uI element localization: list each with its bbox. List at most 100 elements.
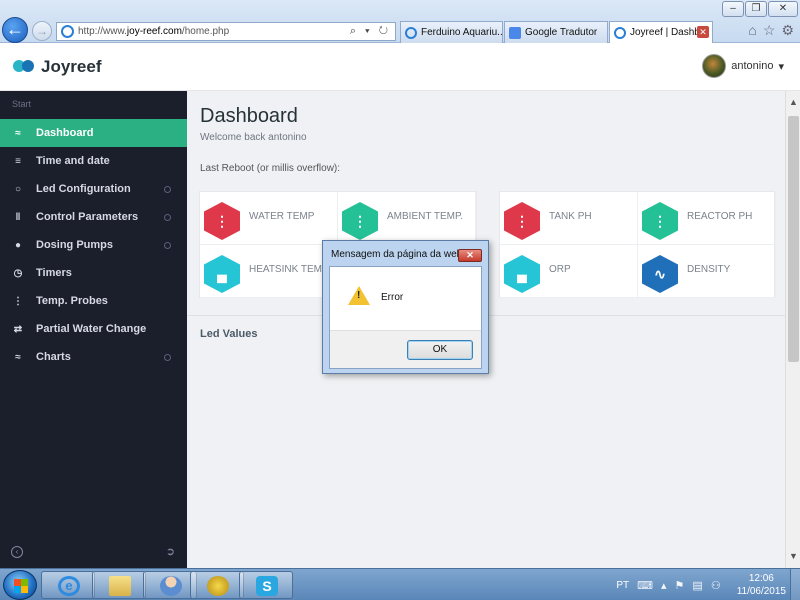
logout-icon[interactable]: ➲ bbox=[166, 545, 175, 558]
home-icon[interactable]: ⌂ bbox=[748, 22, 756, 39]
volume-icon[interactable]: ⚇ bbox=[711, 579, 721, 592]
sliders-icon: ‖ bbox=[15, 211, 21, 223]
person-icon bbox=[160, 576, 182, 596]
layers-icon: ≡ bbox=[15, 155, 21, 167]
tile-orp[interactable]: ▄ ORP bbox=[500, 245, 638, 298]
thermometer-icon: ⋮ bbox=[342, 202, 378, 240]
start-button[interactable] bbox=[3, 570, 37, 600]
flag-icon[interactable]: ⚑ bbox=[675, 579, 685, 592]
clock-time: 12:06 bbox=[748, 573, 774, 584]
taskbar: e S PT ⌨ ▴ ⚑ ▤ ⚇ 12:06 11/06/2015 bbox=[0, 568, 800, 600]
scroll-up-icon[interactable]: ▲ bbox=[788, 97, 799, 108]
app-header: Joyreef antonino ▾ bbox=[0, 43, 800, 91]
url-text: http://www.joy-reef.com/home.php bbox=[78, 26, 230, 37]
tile-ambient-temp[interactable]: ⋮ AMBIENT TEMP. bbox=[338, 192, 476, 245]
close-tab-icon[interactable]: ✕ bbox=[697, 26, 709, 38]
address-bar[interactable]: http://www.joy-reef.com/home.php ⌕ ▾ ↻ bbox=[56, 22, 396, 41]
clock-date: 11/06/2015 bbox=[736, 586, 786, 597]
tab-ferduino[interactable]: Ferduino Aquariu... bbox=[400, 21, 503, 43]
user-menu[interactable]: antonino ▾ bbox=[702, 54, 784, 78]
tile-reactor-ph[interactable]: ⋮ REACTOR PH bbox=[638, 192, 776, 245]
taskbar-s-app[interactable]: S bbox=[239, 571, 293, 599]
taskbar-user-app[interactable] bbox=[143, 571, 197, 599]
dialog-button-bar: OK bbox=[330, 330, 481, 368]
expand-indicator-icon bbox=[164, 186, 171, 193]
thermometer-icon: ⋮ bbox=[504, 202, 540, 240]
chart-icon: ≈ bbox=[15, 127, 21, 139]
favorites-icon[interactable]: ☆ bbox=[763, 22, 776, 39]
chevron-down-icon: ▾ bbox=[778, 60, 784, 73]
sidebar-item-charts[interactable]: ≈ Charts bbox=[0, 343, 187, 371]
chart-icon: ≈ bbox=[15, 351, 21, 363]
sidebar-item-time-and-date[interactable]: ≡ Time and date bbox=[0, 147, 187, 175]
network-icon[interactable]: ▤ bbox=[692, 579, 702, 592]
pulse-icon: ∿ bbox=[642, 255, 678, 293]
sidebar-item-timers[interactable]: ◷ Timers bbox=[0, 259, 187, 287]
taskbar-explorer[interactable] bbox=[92, 571, 146, 599]
brand-name: Joyreef bbox=[41, 57, 102, 76]
scrollbar-thumb[interactable] bbox=[788, 116, 799, 362]
minimize-button[interactable]: ‒ bbox=[722, 1, 744, 17]
bulb-icon: ○ bbox=[14, 183, 22, 195]
thermometer-icon: ⋮ bbox=[13, 295, 23, 307]
taskbar-internet-explorer[interactable]: e bbox=[41, 571, 95, 599]
sidebar-item-temp-probes[interactable]: ⋮ Temp. Probes bbox=[0, 287, 187, 315]
expand-indicator-icon bbox=[164, 354, 171, 361]
maximize-button[interactable]: ❐ bbox=[745, 1, 767, 17]
collapse-sidebar-icon[interactable]: ‹ bbox=[11, 546, 23, 558]
drop-icon: ● bbox=[14, 239, 22, 251]
tile-tank-ph[interactable]: ⋮ TANK PH bbox=[500, 192, 638, 245]
sidebar-item-dashboard[interactable]: ≈ Dashboard bbox=[0, 119, 187, 147]
browser-toolbar: ⌂ ☆ ⚙ bbox=[748, 22, 794, 39]
s-app-icon: S bbox=[256, 576, 278, 596]
ie-icon: e bbox=[58, 576, 80, 596]
language-indicator[interactable]: PT bbox=[616, 580, 629, 591]
expand-indicator-icon bbox=[164, 242, 171, 249]
page-title: Dashboard bbox=[200, 105, 298, 127]
expand-indicator-icon bbox=[164, 214, 171, 221]
user-name: antonino bbox=[731, 60, 774, 72]
sidebar-item-control-parameters[interactable]: ‖ Control Parameters bbox=[0, 203, 187, 231]
show-desktop-button[interactable] bbox=[790, 569, 800, 600]
sidebar: Start ≈ Dashboard ≡ Time and date ○ Led … bbox=[0, 91, 187, 568]
exchange-icon: ⇄ bbox=[13, 323, 23, 335]
back-button[interactable]: ← bbox=[2, 17, 28, 43]
sidebar-nav: ≈ Dashboard ≡ Time and date ○ Led Config… bbox=[0, 119, 187, 371]
ie-icon bbox=[405, 26, 417, 39]
sidebar-item-dosing-pumps[interactable]: ● Dosing Pumps bbox=[0, 231, 187, 259]
page-favicon-icon bbox=[61, 25, 74, 38]
last-reboot-label: Last Reboot (or millis overflow): bbox=[200, 163, 341, 174]
address-tools[interactable]: ⌕ ▾ ↻ bbox=[350, 25, 391, 38]
sensor-card-right: ⋮ TANK PH ⋮ REACTOR PH ▄ ORP ∿ DENSITY bbox=[499, 191, 776, 298]
signal-bars-icon: ▄ bbox=[504, 255, 540, 293]
keyboard-icon[interactable]: ⌨ bbox=[637, 579, 653, 592]
ie-icon bbox=[614, 26, 626, 39]
browser-chrome: ‒ ❐ ✕ ← → http://www.joy-reef.com/home.p… bbox=[0, 0, 800, 43]
scroll-down-icon[interactable]: ▼ bbox=[788, 551, 799, 562]
sidebar-item-led-configuration[interactable]: ○ Led Configuration bbox=[0, 175, 187, 203]
gear-icon[interactable]: ⚙ bbox=[781, 22, 794, 39]
page-scrollbar[interactable]: ▲ ▼ bbox=[785, 91, 800, 568]
chevron-up-icon[interactable]: ▴ bbox=[661, 579, 667, 592]
dialog-close-button[interactable]: ✕ bbox=[458, 249, 482, 262]
thermometer-icon: ⋮ bbox=[204, 202, 240, 240]
warning-mark: ! bbox=[357, 290, 361, 301]
tile-heatsink-temp[interactable]: ▄ HEATSINK TEMP. bbox=[200, 245, 338, 298]
tab-google-tradutor[interactable]: Google Tradutor bbox=[504, 21, 608, 43]
taskbar-coins-app[interactable] bbox=[190, 571, 244, 599]
tile-water-temp[interactable]: ⋮ WATER TEMP bbox=[200, 192, 338, 245]
ok-button[interactable]: OK bbox=[407, 340, 473, 360]
coins-icon bbox=[207, 576, 229, 596]
forward-button[interactable]: → bbox=[32, 21, 52, 41]
sidebar-item-partial-water-change[interactable]: ⇄ Partial Water Change bbox=[0, 315, 187, 343]
dialog-body: ! Error OK bbox=[329, 266, 482, 369]
avatar bbox=[702, 54, 727, 78]
signal-bars-icon: ▄ bbox=[204, 255, 240, 293]
system-tray: PT ⌨ ▴ ⚑ ▤ ⚇ 12:06 11/06/2015 bbox=[616, 569, 786, 600]
led-values-heading: Led Values bbox=[200, 328, 258, 340]
alert-dialog: Mensagem da página da web ✕ ! Error OK bbox=[322, 240, 489, 374]
close-window-button[interactable]: ✕ bbox=[768, 1, 798, 17]
clock[interactable]: 12:06 11/06/2015 bbox=[737, 572, 786, 598]
tile-density[interactable]: ∿ DENSITY bbox=[638, 245, 776, 298]
tab-joyreef[interactable]: Joyreef | Dashb... ✕ bbox=[609, 21, 713, 43]
